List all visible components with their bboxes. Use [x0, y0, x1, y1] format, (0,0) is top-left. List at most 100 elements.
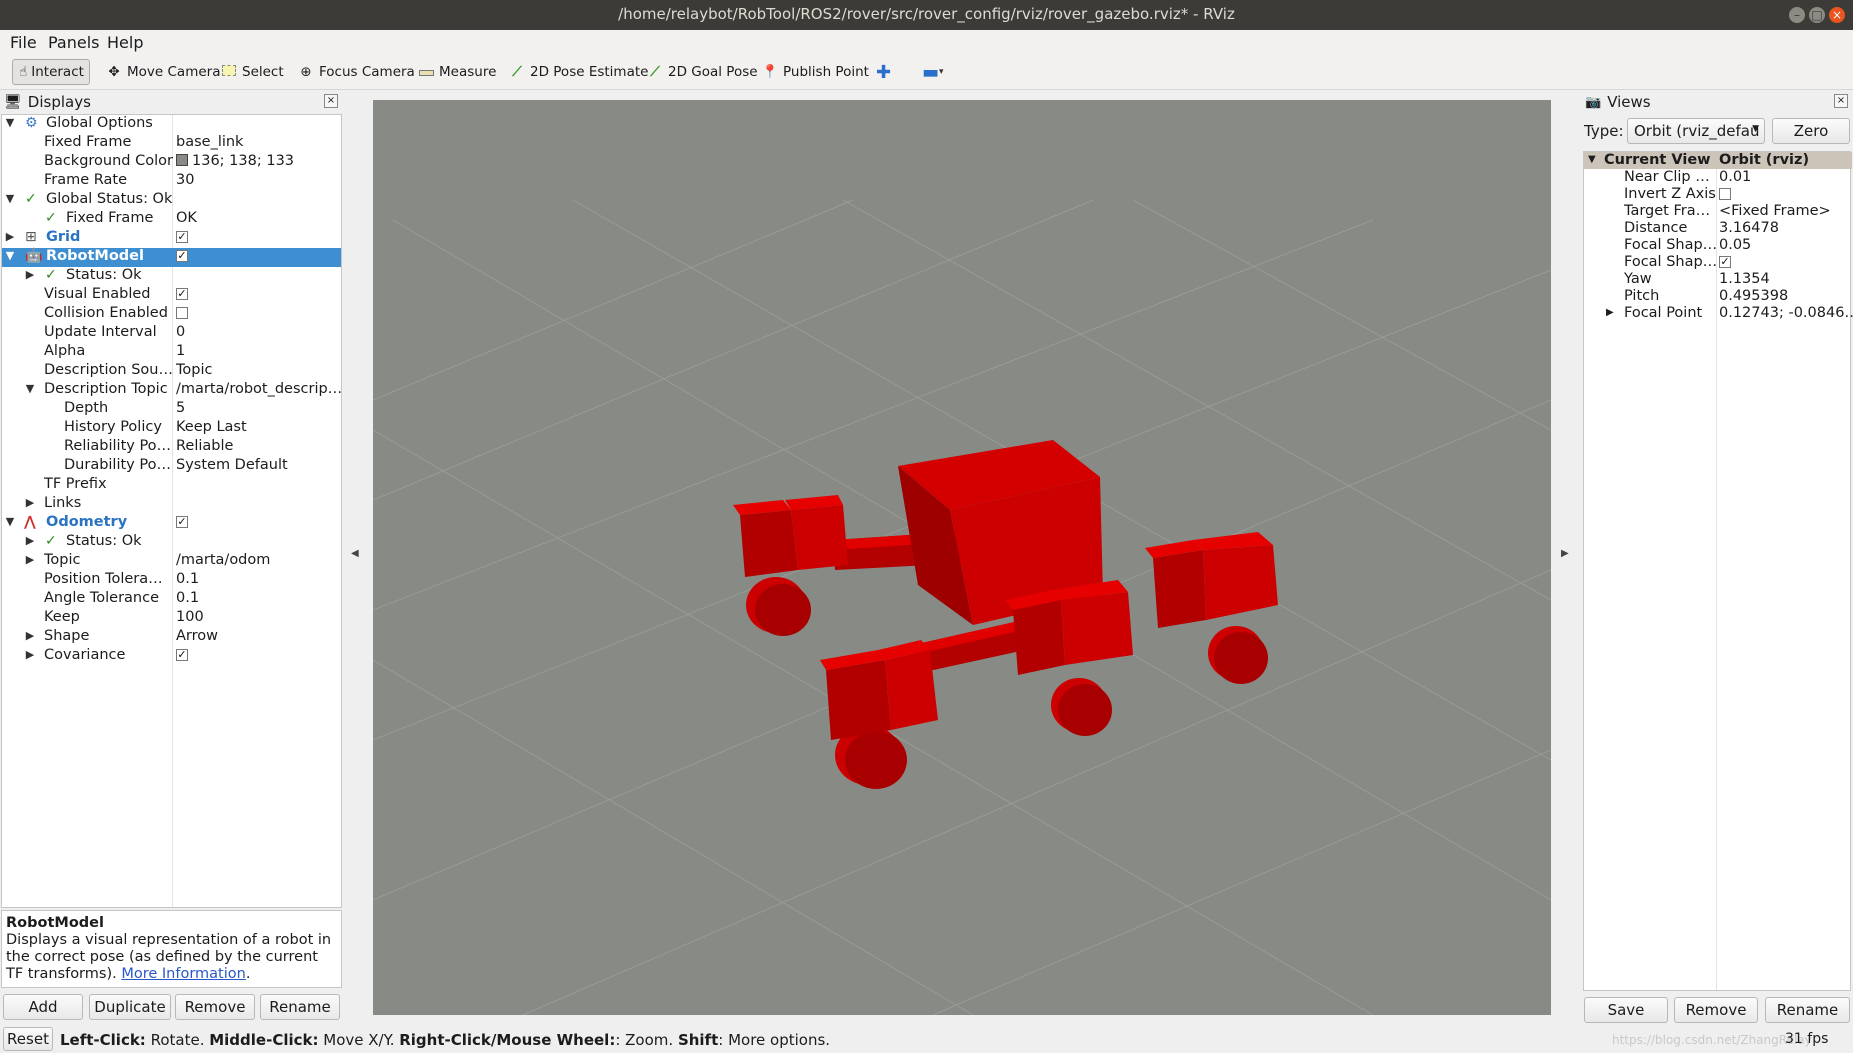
- tree-row-description-topic[interactable]: ▼ Description Topic /marta/robot_descrip…: [2, 381, 342, 400]
- publish-point-tool-button[interactable]: 📍 Publish Point: [755, 59, 875, 85]
- expand-arrow-icon[interactable]: ▼: [4, 249, 16, 262]
- tree-row-distance[interactable]: Distance 3.16478: [1584, 220, 1852, 237]
- render-viewport[interactable]: [373, 100, 1551, 1015]
- tree-row-invert-z[interactable]: Invert Z Axis: [1584, 186, 1852, 203]
- position-tolerance-value[interactable]: 0.1: [176, 571, 199, 587]
- maximize-icon[interactable]: □: [1809, 7, 1825, 23]
- more-information-link[interactable]: More Information: [121, 966, 246, 982]
- tree-row-history-policy[interactable]: History Policy Keep Last: [2, 419, 341, 438]
- menu-help[interactable]: Help: [107, 33, 143, 52]
- rename-display-button[interactable]: Rename: [260, 994, 340, 1020]
- tree-row-near-clip[interactable]: Near Clip … 0.01: [1584, 169, 1852, 186]
- tree-row-target-frame[interactable]: Target Fra… <Fixed Frame>: [1584, 203, 1852, 220]
- pitch-value[interactable]: 0.495398: [1719, 288, 1788, 304]
- minimize-icon[interactable]: –: [1789, 7, 1805, 23]
- collapse-arrow-icon[interactable]: ▶: [24, 629, 36, 642]
- collapse-arrow-icon[interactable]: ▶: [1606, 307, 1614, 318]
- displays-close-icon[interactable]: ×: [324, 94, 338, 108]
- description-topic-value[interactable]: /marta/robot_descrip…: [176, 381, 342, 397]
- tree-row-alpha[interactable]: Alpha 1: [2, 343, 341, 362]
- collapse-arrow-icon[interactable]: ▶: [24, 268, 36, 281]
- rename-view-button[interactable]: Rename: [1765, 997, 1850, 1023]
- fixed-frame-value[interactable]: base_link: [176, 134, 243, 150]
- tree-row-durability-policy[interactable]: Durability Po… System Default: [2, 457, 341, 476]
- durability-policy-value[interactable]: System Default: [176, 457, 288, 473]
- history-policy-value[interactable]: Keep Last: [176, 419, 247, 435]
- tree-row-odometry-status[interactable]: ▶ ✓ Status: Ok: [2, 533, 341, 552]
- expand-arrow-icon[interactable]: ▼: [4, 515, 16, 528]
- distance-value[interactable]: 3.16478: [1719, 220, 1779, 236]
- target-frame-value[interactable]: <Fixed Frame>: [1719, 203, 1831, 219]
- tree-row-depth[interactable]: Depth 5: [2, 400, 341, 419]
- tree-row-fixed-frame[interactable]: Fixed Frame base_link: [2, 134, 341, 153]
- move-camera-tool-button[interactable]: ✥ Move Camera: [99, 59, 226, 85]
- tree-row-status-fixed-frame[interactable]: ✓ Fixed Frame OK: [2, 210, 341, 229]
- menu-file[interactable]: File: [10, 33, 37, 52]
- view-type-select[interactable]: Orbit (rviz_defau ▼: [1627, 118, 1765, 144]
- angle-tolerance-value[interactable]: 0.1: [176, 590, 199, 606]
- collapse-right-panel-icon[interactable]: ▶: [1561, 548, 1569, 559]
- tree-row-tf-prefix[interactable]: TF Prefix: [2, 476, 341, 495]
- tree-row-robotmodel-status[interactable]: ▶ ✓ Status: Ok: [2, 267, 341, 286]
- update-interval-value[interactable]: 0: [176, 324, 185, 340]
- focal-shape-fixed-checkbox[interactable]: ✓: [1719, 254, 1731, 270]
- goal-pose-tool-button[interactable]: ⟋ 2D Goal Pose: [640, 59, 764, 85]
- add-display-button[interactable]: Add: [3, 994, 83, 1020]
- expand-arrow-icon[interactable]: ▼: [1588, 154, 1596, 165]
- tree-row-focal-shape-size[interactable]: Focal Shap… 0.05: [1584, 237, 1852, 254]
- frame-rate-value[interactable]: 30: [176, 172, 194, 188]
- add-tool-icon[interactable]: ✚: [870, 59, 897, 85]
- tree-row-collision-enabled[interactable]: Collision Enabled: [2, 305, 341, 324]
- expand-arrow-icon[interactable]: ▼: [24, 382, 36, 395]
- robotmodel-enabled-checkbox[interactable]: ✓: [176, 248, 188, 264]
- tree-row-reliability-policy[interactable]: Reliability Po… Reliable: [2, 438, 341, 457]
- focal-shape-size-value[interactable]: 0.05: [1719, 237, 1751, 253]
- expand-arrow-icon[interactable]: ▼: [4, 116, 16, 129]
- tree-row-odometry[interactable]: ▼ ⋀ Odometry ✓: [2, 514, 341, 533]
- tree-row-shape[interactable]: ▶ Shape Arrow: [2, 628, 341, 647]
- background-color-value[interactable]: 136; 138; 133: [176, 153, 294, 169]
- collapse-arrow-icon[interactable]: ▶: [24, 534, 36, 547]
- collapse-left-panel-icon[interactable]: ◀: [351, 548, 359, 559]
- near-clip-value[interactable]: 0.01: [1719, 169, 1751, 185]
- tree-row-covariance[interactable]: ▶ Covariance ✓: [2, 647, 341, 666]
- tree-row-robotmodel[interactable]: ▼ 🤖 RobotModel ✓: [2, 248, 341, 267]
- grid-enabled-checkbox[interactable]: ✓: [176, 229, 188, 245]
- focal-point-value[interactable]: 0.12743; -0.0846…: [1719, 305, 1853, 321]
- select-tool-button[interactable]: Select: [214, 59, 290, 85]
- tree-row-update-interval[interactable]: Update Interval 0: [2, 324, 341, 343]
- tree-row-keep[interactable]: Keep 100: [2, 609, 341, 628]
- invert-z-checkbox[interactable]: [1719, 186, 1731, 202]
- tree-row-grid[interactable]: ▶ ⊞ Grid ✓: [2, 229, 341, 248]
- tree-row-focal-point[interactable]: ▶ Focal Point 0.12743; -0.0846…: [1584, 305, 1853, 322]
- tree-row-global-status[interactable]: ▼ ✓ Global Status: Ok: [2, 191, 341, 210]
- odometry-enabled-checkbox[interactable]: ✓: [176, 514, 188, 530]
- zero-view-button[interactable]: Zero: [1772, 118, 1850, 144]
- collapse-arrow-icon[interactable]: ▶: [4, 230, 16, 243]
- tree-row-global-options[interactable]: ▼ ⚙ Global Options: [2, 115, 341, 134]
- keep-value[interactable]: 100: [176, 609, 204, 625]
- interact-tool-button[interactable]: ☝ Interact: [12, 59, 90, 85]
- collapse-arrow-icon[interactable]: ▶: [24, 553, 36, 566]
- collapse-arrow-icon[interactable]: ▶: [24, 648, 36, 661]
- shape-value[interactable]: Arrow: [176, 628, 218, 644]
- measure-tool-button[interactable]: Measure: [411, 59, 502, 85]
- save-view-button[interactable]: Save: [1584, 997, 1668, 1023]
- tree-row-focal-shape-fixed[interactable]: Focal Shap… ✓: [1584, 254, 1852, 271]
- tree-row-description-source[interactable]: Description Sou… Topic: [2, 362, 341, 381]
- tree-row-yaw[interactable]: Yaw 1.1354: [1584, 271, 1852, 288]
- tree-row-pitch[interactable]: Pitch 0.495398: [1584, 288, 1852, 305]
- reset-button[interactable]: Reset: [3, 1027, 53, 1051]
- tree-row-background-color[interactable]: Background Color 136; 138; 133: [2, 153, 341, 172]
- topic-value[interactable]: /marta/odom: [176, 552, 270, 568]
- focus-camera-tool-button[interactable]: ⊕ Focus Camera: [291, 59, 421, 85]
- expand-arrow-icon[interactable]: ▼: [4, 192, 16, 205]
- alpha-value[interactable]: 1: [176, 343, 185, 359]
- remove-tool-icon[interactable]: ▬ ▾: [916, 59, 950, 85]
- tree-row-frame-rate[interactable]: Frame Rate 30: [2, 172, 341, 191]
- remove-display-button[interactable]: Remove: [175, 994, 255, 1020]
- collision-enabled-checkbox[interactable]: [176, 305, 188, 321]
- visual-enabled-checkbox[interactable]: ✓: [176, 286, 188, 302]
- yaw-value[interactable]: 1.1354: [1719, 271, 1770, 287]
- duplicate-display-button[interactable]: Duplicate: [89, 994, 171, 1020]
